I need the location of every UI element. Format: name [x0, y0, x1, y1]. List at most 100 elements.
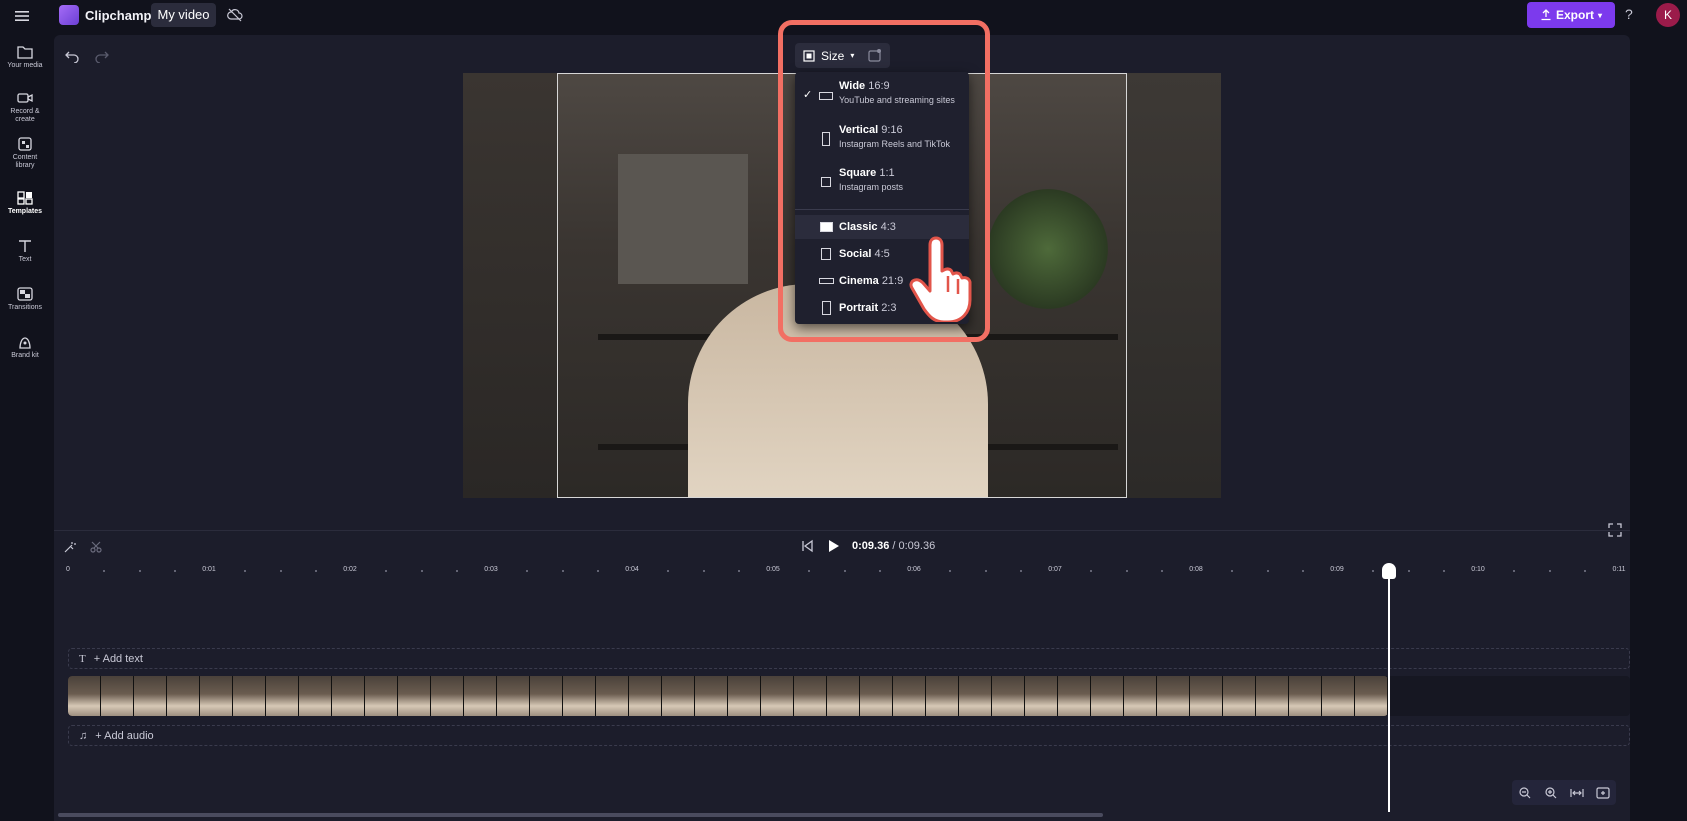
- fit-to-width-icon[interactable]: [1570, 786, 1584, 800]
- clip-thumbnail: [530, 676, 563, 716]
- templates-icon: [17, 191, 33, 205]
- sidebar-item-your-media[interactable]: Your media: [0, 44, 50, 70]
- add-audio-button[interactable]: + Add audio: [95, 730, 153, 742]
- ruler-label: 0:07: [1048, 566, 1062, 573]
- clip-thumbnail: [761, 676, 794, 716]
- playhead[interactable]: [1388, 566, 1390, 812]
- clip-thumbnail: [266, 676, 299, 716]
- clip-thumbnail: [167, 676, 200, 716]
- wall-decor: [618, 154, 748, 284]
- skip-back-icon[interactable]: [800, 539, 814, 553]
- scissors-icon[interactable]: [89, 540, 103, 554]
- avatar[interactable]: K: [1656, 3, 1680, 27]
- help-icon[interactable]: ?: [1625, 6, 1633, 22]
- menu-divider: [795, 209, 969, 210]
- undo-icon[interactable]: [64, 47, 80, 63]
- ruler-tick: [173, 570, 176, 572]
- clip-thumbnail: [200, 676, 233, 716]
- ruler-tick: [1090, 570, 1093, 572]
- left-nav: Your media Record & create Content libra…: [0, 36, 50, 821]
- upload-icon: [1541, 9, 1551, 21]
- clip-thumbnail: [1256, 676, 1289, 716]
- ruler-tick: [1442, 570, 1445, 572]
- option-ratio: 4:5: [874, 248, 890, 260]
- sidebar-item-templates[interactable]: Templates: [0, 190, 50, 216]
- square-ratio-icon: [821, 177, 831, 187]
- sidebar-item-brand-kit[interactable]: Brand kit: [0, 334, 50, 360]
- playback-controls: 0:09.36 / 0:09.36: [800, 539, 935, 553]
- ruler-tick: [1548, 570, 1551, 572]
- ruler-tick: [878, 570, 881, 572]
- sidebar-item-record-create[interactable]: Record & create: [0, 90, 50, 124]
- playhead-handle[interactable]: [1382, 563, 1396, 579]
- option-ratio: 2:3: [881, 302, 897, 314]
- ruler-tick: [1125, 570, 1128, 572]
- social-ratio-icon: [821, 248, 831, 260]
- portrait-ratio-icon: [822, 301, 831, 315]
- zoom-controls: [1512, 780, 1616, 805]
- nav-label: Record & create: [10, 108, 40, 123]
- nav-label: Brand kit: [11, 352, 39, 359]
- top-bar: Clipchamp My video Export ▾ ? K: [0, 0, 1687, 32]
- size-option-square[interactable]: Square 1:1 Instagram posts: [795, 167, 969, 201]
- size-label: Size: [821, 48, 845, 63]
- classic-ratio-icon: [820, 222, 833, 232]
- clip-thumbnail: [398, 676, 431, 716]
- expand-timeline-icon[interactable]: [1596, 786, 1610, 800]
- ruler-tick: [843, 570, 846, 572]
- ruler-tick: [561, 570, 564, 572]
- hamburger-menu-icon[interactable]: [12, 6, 32, 26]
- chevron-down-icon: ▾: [1598, 10, 1603, 20]
- audio-track[interactable]: ♫ + Add audio: [68, 725, 1630, 746]
- clip-thumbnail: [629, 676, 662, 716]
- ruler-tick: [949, 570, 952, 572]
- ruler-label: 0:04: [625, 566, 639, 573]
- zoom-out-icon[interactable]: [1518, 786, 1532, 800]
- nav-label: Templates: [7, 208, 43, 215]
- cloud-off-icon[interactable]: [226, 6, 244, 24]
- horizontal-scrollbar[interactable]: [58, 813, 1103, 817]
- ruler-tick: [385, 570, 388, 572]
- redo-icon[interactable]: [94, 47, 110, 63]
- ruler-label: 0:10: [1471, 566, 1485, 573]
- size-option-vertical[interactable]: Vertical 9:16 Instagram Reels and TikTok: [795, 124, 969, 158]
- sidebar-item-content-library[interactable]: Content library: [0, 136, 50, 170]
- background-options-icon[interactable]: [866, 46, 884, 64]
- video-clip[interactable]: [68, 676, 1388, 716]
- text-track[interactable]: T + Add text: [68, 648, 1630, 669]
- ruler-label: 0: [66, 566, 70, 573]
- ruler-tick: [138, 570, 141, 572]
- size-option-wide[interactable]: ✓ Wide 16:9 YouTube and streaming sites: [795, 80, 969, 114]
- sidebar-item-transitions[interactable]: Transitions: [0, 286, 50, 312]
- export-button[interactable]: Export ▾: [1527, 2, 1615, 28]
- clip-thumbnail: [1091, 676, 1124, 716]
- ruler-tick: [1301, 570, 1304, 572]
- ruler-label: 0:05: [766, 566, 780, 573]
- clip-thumbnail: [1322, 676, 1355, 716]
- clipchamp-logo: [59, 5, 79, 25]
- clip-thumbnail: [299, 676, 332, 716]
- add-text-button[interactable]: + Add text: [94, 653, 143, 665]
- zoom-in-icon[interactable]: [1544, 786, 1558, 800]
- ruler-label: 0:06: [907, 566, 921, 573]
- option-ratio: 16:9: [868, 80, 890, 92]
- clip-thumbnail: [1355, 676, 1388, 716]
- clip-thumbnail: [101, 676, 134, 716]
- play-icon[interactable]: [826, 539, 840, 553]
- duration: / 0:09.36: [892, 540, 936, 552]
- ruler-tick: [1513, 570, 1516, 572]
- clip-thumbnail: [827, 676, 860, 716]
- magic-wand-icon[interactable]: [63, 540, 77, 554]
- video-track[interactable]: [68, 676, 1630, 716]
- project-name-tab[interactable]: My video: [151, 3, 216, 27]
- vertical-ratio-icon: [822, 132, 830, 146]
- clip-thumbnail: [992, 676, 1025, 716]
- ruler-tick: [526, 570, 529, 572]
- app-title: Clipchamp: [85, 8, 152, 23]
- option-description: Instagram posts: [839, 182, 904, 192]
- sidebar-item-text[interactable]: Text: [0, 238, 50, 264]
- clip-thumbnail: [563, 676, 596, 716]
- option-ratio: 1:1: [879, 167, 895, 179]
- option-name: Social: [839, 248, 872, 260]
- plant: [988, 189, 1108, 309]
